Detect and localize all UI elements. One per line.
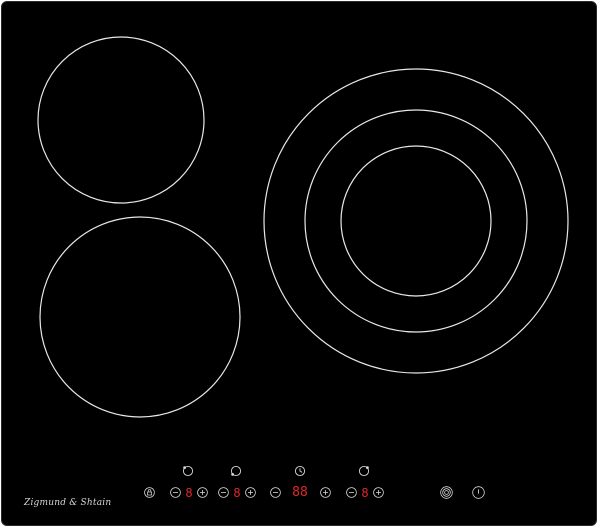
plus-icon <box>373 487 384 498</box>
minus-icon <box>218 487 229 498</box>
cooktop-surface: 8 8 88 8 Zigmund & Shtain <box>1 1 597 526</box>
zone-front-left-icon[interactable] <box>182 465 194 477</box>
lock-icon <box>144 487 155 498</box>
burner-right-middle-ring <box>304 109 528 333</box>
timer-minus-button[interactable] <box>270 487 281 498</box>
timer-clock-icon[interactable] <box>294 465 306 477</box>
burner-right-outer-ring <box>263 68 569 374</box>
brand-logo: Zigmund & Shtain <box>24 498 112 508</box>
burner-right-inner-ring <box>340 145 492 297</box>
plus-icon <box>197 487 208 498</box>
dual-circuit-button[interactable] <box>440 486 453 499</box>
zone-right-plus-button[interactable] <box>373 487 384 498</box>
plus-icon <box>320 487 331 498</box>
power-icon <box>472 486 485 499</box>
minus-icon <box>170 487 181 498</box>
zone-rear-left-level-display: 8 <box>233 486 241 500</box>
burner-rear-left <box>37 36 205 204</box>
power-button[interactable] <box>472 486 485 499</box>
zone-rear-left-plus-button[interactable] <box>245 487 256 498</box>
burner-front-left <box>39 216 241 418</box>
zone-right-level-display: 8 <box>361 486 369 500</box>
cooking-zones <box>37 36 569 418</box>
zone-front-left-plus-button[interactable] <box>197 487 208 498</box>
minus-icon <box>346 487 357 498</box>
zone-rear-left-minus-button[interactable] <box>218 487 229 498</box>
zone-front-left-minus-button[interactable] <box>170 487 181 498</box>
timer-display: 88 <box>292 485 308 500</box>
timer-plus-button[interactable] <box>320 487 331 498</box>
zone-right-minus-button[interactable] <box>346 487 357 498</box>
dual-circuit-icon <box>440 486 453 499</box>
zone-right-icon[interactable] <box>358 465 370 477</box>
plus-icon <box>245 487 256 498</box>
lock-button[interactable] <box>144 487 155 498</box>
zone-rear-left-icon[interactable] <box>230 465 242 477</box>
zone-front-left-level-display: 8 <box>185 486 193 500</box>
minus-icon <box>270 487 281 498</box>
